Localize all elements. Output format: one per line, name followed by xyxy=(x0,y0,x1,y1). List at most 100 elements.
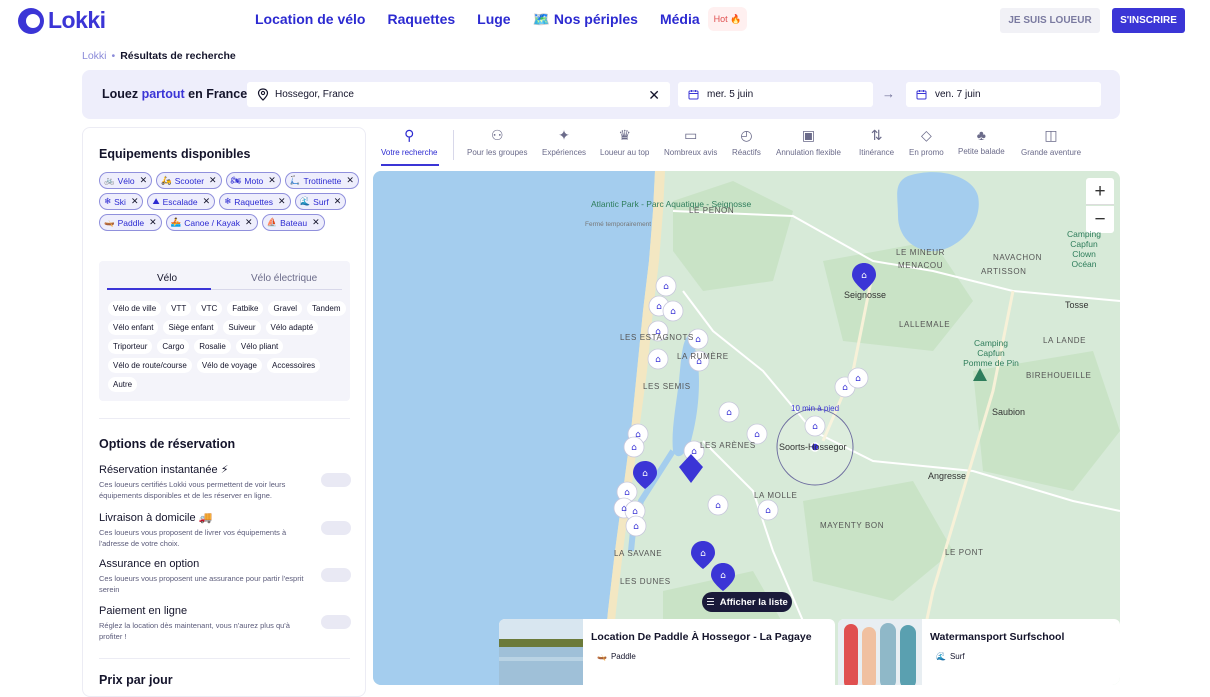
cat-en-promo[interactable]: ◇ En promo xyxy=(909,127,944,157)
walk-radius-label: 10 min à pied xyxy=(791,404,840,413)
nav-nos-periples[interactable]: 🗺️ Nos périples xyxy=(533,11,638,31)
cat-itinerance[interactable]: ⇅ Itinérance xyxy=(859,127,894,157)
nav-luge[interactable]: Luge xyxy=(477,11,510,31)
chip-bateau[interactable]: ⛵ Bateau ✕ xyxy=(261,214,325,231)
result-card-watermansport[interactable]: Watermansport Surfschool 🌊 Surf xyxy=(838,619,1120,685)
cat-reactifs[interactable]: ◴ Réactifs xyxy=(732,127,761,157)
remove-icon[interactable]: ✕ xyxy=(140,175,148,186)
cat-annulation-flexible[interactable]: ▣ Annulation flexible xyxy=(776,127,841,157)
cat-petite-balade[interactable]: ♣ Petite balade xyxy=(958,127,1005,156)
map-label-la-lande: LA LANDE xyxy=(1043,336,1087,345)
tag-fatbike[interactable]: Fatbike xyxy=(227,301,264,316)
map-label-le-pont: LE PONT xyxy=(945,548,984,557)
cat-label: Réactifs xyxy=(732,148,761,157)
tag-triporteur[interactable]: Triporteur xyxy=(108,339,153,354)
tag-velo-adapte[interactable]: Vélo adapté xyxy=(265,320,319,335)
svg-text:⌂: ⌂ xyxy=(765,506,771,516)
category-separator xyxy=(453,130,454,160)
option-desc: Ces loueurs certifiés Lokki vous permett… xyxy=(99,480,286,500)
crown-icon: ♛ xyxy=(618,127,631,143)
lokki-logo[interactable]: Lokki xyxy=(18,7,106,34)
remove-icon[interactable]: ✕ xyxy=(131,196,139,207)
tag-velo-pliant[interactable]: Vélo pliant xyxy=(235,339,284,354)
nav-media[interactable]: Média xyxy=(660,11,700,31)
map-label-angresse: Angresse xyxy=(928,471,967,481)
remove-icon[interactable]: ✕ xyxy=(278,196,286,207)
tag-accessoires[interactable]: Accessoires xyxy=(266,358,321,373)
tag-velo-voyage[interactable]: Vélo de voyage xyxy=(196,358,262,373)
chip-paddle[interactable]: 🛶 Paddle ✕ xyxy=(99,214,162,231)
nav-raquettes[interactable]: Raquettes xyxy=(387,11,455,31)
search-title-accent: partout xyxy=(141,87,185,101)
delivery-toggle[interactable] xyxy=(321,521,351,535)
svg-text:⌂: ⌂ xyxy=(663,282,669,292)
card-image-surfboards xyxy=(838,619,922,685)
tag-siege-enfant[interactable]: Siège enfant xyxy=(163,320,219,335)
tag-rosalie[interactable]: Rosalie xyxy=(194,339,231,354)
remove-icon[interactable]: ✕ xyxy=(203,196,211,207)
result-card-la-pagaye[interactable]: Location De Paddle À Hossegor - La Pagay… xyxy=(499,619,835,685)
cat-experiences[interactable]: ✦ Expériences xyxy=(542,127,586,157)
remove-icon[interactable]: ✕ xyxy=(209,175,217,186)
map-label-birehoueille: BIREHOUEILLE xyxy=(1026,371,1092,380)
show-list-button[interactable]: ☰ Afficher la liste xyxy=(702,592,792,612)
insurance-toggle[interactable] xyxy=(321,568,351,582)
tab-velo-electrique[interactable]: Vélo électrique xyxy=(251,273,317,284)
end-date-input[interactable]: ven. 7 juin xyxy=(906,82,1101,107)
cat-nombreux-avis[interactable]: ▭ Nombreux avis xyxy=(664,127,717,157)
start-date-input[interactable]: mer. 5 juin xyxy=(678,82,873,107)
je-suis-loueur-button[interactable]: JE SUIS LOUEUR xyxy=(1000,8,1100,33)
end-date-value: ven. 7 juin xyxy=(935,89,981,100)
tag-autre[interactable]: Autre xyxy=(108,377,138,392)
svg-text:⌂: ⌂ xyxy=(642,469,648,479)
remove-icon[interactable]: ✕ xyxy=(268,175,276,186)
instant-booking-toggle[interactable] xyxy=(321,473,351,487)
remove-icon[interactable]: ✕ xyxy=(149,217,157,228)
tag-vtc[interactable]: VTC xyxy=(196,301,223,316)
chip-trottinette[interactable]: 🛴 Trottinette ✕ xyxy=(284,172,359,189)
cat-pour-les-groupes[interactable]: ⚇ Pour les groupes xyxy=(467,127,527,157)
remove-icon[interactable]: ✕ xyxy=(346,175,354,186)
tag-cargo[interactable]: Cargo xyxy=(157,339,190,354)
cat-grande-aventure[interactable]: ◫ Grande aventure xyxy=(1021,127,1081,157)
tag-velo-route[interactable]: Vélo de route/course xyxy=(108,358,192,373)
results-map[interactable]: ⌂ ⌂ ⌂ ⌂ ⌂ ⌂ ⌂ ⌂ ⌂ ⌂ ⌂ ⌂ ⌂ ⌂ ⌂ ⌂ ⌂ ⌂ ⌂ ⌂ ⌂ ⌂ ⌂ ⌂ ⌂ + − Atl… xyxy=(373,171,1120,685)
chip-label: Moto xyxy=(244,175,264,186)
tab-velo[interactable]: Vélo xyxy=(157,273,177,284)
chip-raquettes[interactable]: ❄ Raquettes ✕ xyxy=(219,193,291,210)
nav-location-velo[interactable]: Location de vélo xyxy=(255,11,365,31)
svg-text:⌂: ⌂ xyxy=(715,501,721,511)
show-list-label: Afficher la liste xyxy=(719,596,788,608)
remove-icon[interactable]: ✕ xyxy=(312,217,320,228)
cat-votre-recherche[interactable]: ⚲ Votre recherche xyxy=(381,127,437,157)
chip-canoe-kayak[interactable]: 🚣 Canoe / Kayak ✕ xyxy=(165,214,258,231)
option-livraison: Livraison à domicile 🚚 Ces loueurs vous … xyxy=(99,511,351,549)
tag-velo-de-ville[interactable]: Vélo de ville xyxy=(108,301,162,316)
chip-scooter[interactable]: 🛵 Scooter ✕ xyxy=(156,172,222,189)
svg-text:⌂: ⌂ xyxy=(812,422,818,432)
location-input[interactable]: Hossegor, France ✕ xyxy=(247,82,670,107)
chip-surf[interactable]: 🌊 Surf ✕ xyxy=(294,193,347,210)
chip-ski[interactable]: ❄ Ski ✕ xyxy=(99,193,144,210)
breadcrumb-current: Résultats de recherche xyxy=(120,50,236,62)
online-payment-toggle[interactable] xyxy=(321,615,351,629)
tag-velo-enfant[interactable]: Vélo enfant xyxy=(108,320,159,335)
cat-loueur-au-top[interactable]: ♛ Loueur au top xyxy=(600,127,649,157)
tag-tandem[interactable]: Tandem xyxy=(307,301,346,316)
sinscrire-button[interactable]: S'INSCRIRE xyxy=(1112,8,1185,33)
option-title: Livraison à domicile 🚚 xyxy=(99,512,213,524)
tag-suiveur[interactable]: Suiveur xyxy=(223,320,261,335)
svg-text:⌂: ⌂ xyxy=(631,443,637,453)
chip-moto[interactable]: 🏍 Moto ✕ xyxy=(225,172,281,189)
cat-label: Nombreux avis xyxy=(664,148,718,157)
tag-gravel[interactable]: Gravel xyxy=(268,301,303,316)
remove-icon[interactable]: ✕ xyxy=(334,196,342,207)
zoom-in-button[interactable]: + xyxy=(1086,178,1114,205)
tag-vtt[interactable]: VTT xyxy=(166,301,192,316)
breadcrumb-home[interactable]: Lokki xyxy=(82,50,107,62)
remove-icon[interactable]: ✕ xyxy=(245,217,253,228)
route-icon: ⇅ xyxy=(870,127,883,143)
chip-escalade[interactable]: ⛰ Escalade ✕ xyxy=(147,193,216,210)
clear-location-icon[interactable]: ✕ xyxy=(648,87,660,104)
chip-velo[interactable]: 🚲 Vélo ✕ xyxy=(99,172,153,189)
